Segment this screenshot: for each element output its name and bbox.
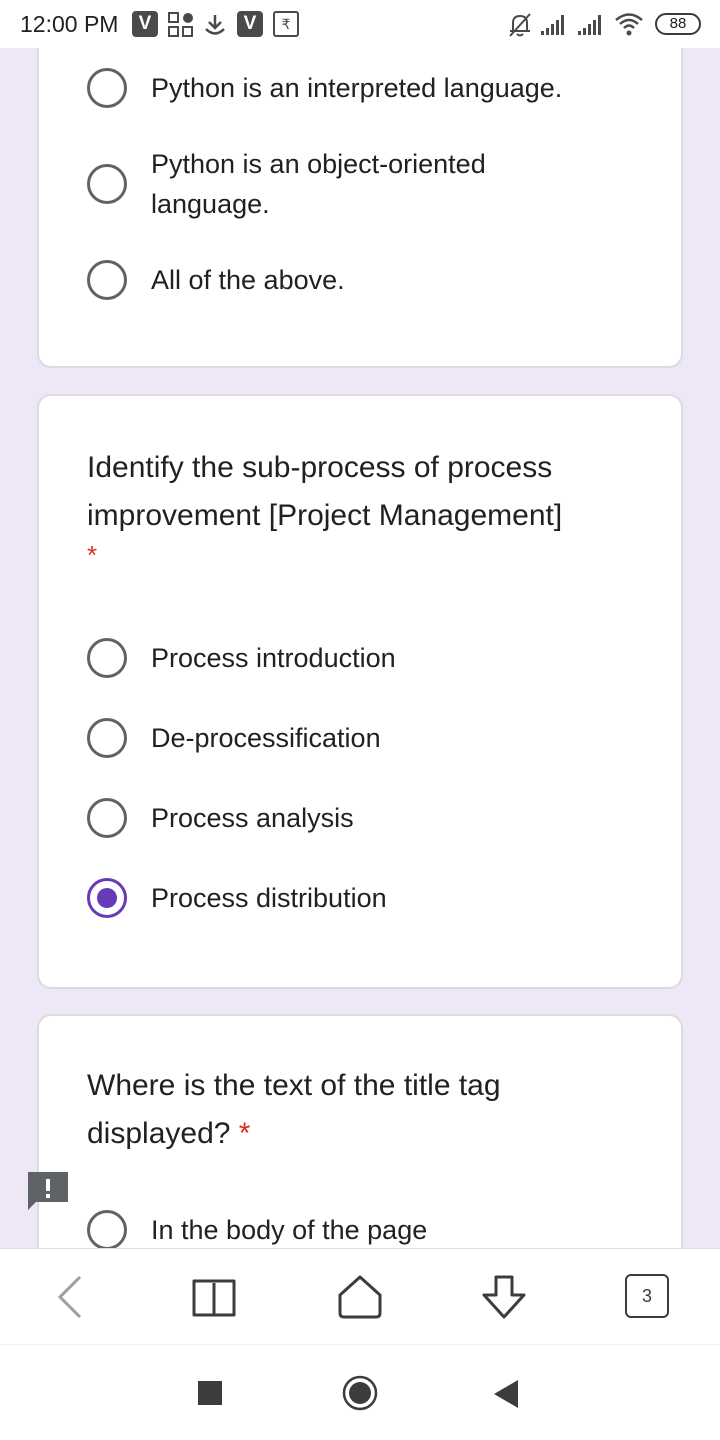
system-nav-bar xyxy=(0,1344,720,1440)
v-app-icon: V xyxy=(237,11,263,37)
option-process-analysis[interactable]: Process analysis xyxy=(87,798,647,838)
option-body-of-page[interactable]: In the body of the page xyxy=(87,1210,647,1248)
option-all-of-above[interactable]: All of the above. xyxy=(87,260,647,300)
back-icon[interactable] xyxy=(494,1380,518,1408)
option-label: Process analysis xyxy=(151,803,354,833)
question-title-text: Where is the text of the title tag displ… xyxy=(87,1069,501,1150)
tab-switcher-button[interactable]: 3 xyxy=(625,1274,669,1318)
required-marker: * xyxy=(238,1117,251,1150)
home-icon[interactable] xyxy=(342,1375,378,1411)
option-label: Python is an object-oriented language. xyxy=(151,149,486,219)
option-label: Python is an interpreted language. xyxy=(151,73,563,103)
radio-dot xyxy=(97,888,117,908)
radio-button[interactable] xyxy=(87,718,127,758)
radio-button[interactable] xyxy=(87,798,127,838)
question-title-text: Identify the sub-process of process impr… xyxy=(87,451,563,532)
home-icon[interactable] xyxy=(336,1273,384,1321)
question-card-title-tag: Where is the text of the title tag displ… xyxy=(37,1014,683,1248)
bookmarks-icon[interactable] xyxy=(190,1273,238,1321)
option-label: Process introduction xyxy=(151,643,396,673)
radio-button[interactable] xyxy=(87,164,127,204)
option-process-distribution[interactable]: Process distribution xyxy=(87,878,647,918)
v-app-icon: V xyxy=(132,11,158,37)
radio-button[interactable] xyxy=(87,68,127,108)
signal-icon xyxy=(541,15,564,35)
rupee-icon: ₹ xyxy=(273,11,299,37)
question-title: Identify the sub-process of process impr… xyxy=(87,444,647,540)
signal-icon xyxy=(578,15,601,35)
form-scroll-area[interactable]: Python is an interpreted language. Pytho… xyxy=(0,48,720,1248)
apps-icon xyxy=(168,12,193,37)
wifi-icon xyxy=(615,13,643,36)
option-label: De-processification xyxy=(151,723,381,753)
question-title: Where is the text of the title tag displ… xyxy=(87,1062,567,1158)
browser-toolbar xyxy=(0,1248,720,1344)
radio-button[interactable] xyxy=(87,1210,127,1248)
radio-button[interactable] xyxy=(87,260,127,300)
radio-button-selected[interactable] xyxy=(87,878,127,918)
option-process-introduction[interactable]: Process introduction xyxy=(87,638,647,678)
required-marker: * xyxy=(87,540,98,570)
option-de-processification[interactable]: De-processification xyxy=(87,718,647,758)
question-card-process-improvement: Identify the sub-process of process impr… xyxy=(37,394,683,989)
status-time: 12:00 PM xyxy=(20,11,119,37)
status-bar: 12:00 PM V V ₹ 88 xyxy=(0,0,720,48)
battery-icon: 88 xyxy=(655,13,701,35)
report-icon[interactable] xyxy=(28,1172,68,1212)
option-object-oriented[interactable]: Python is an object-oriented language. xyxy=(87,144,647,224)
radio-button[interactable] xyxy=(87,638,127,678)
question-card-previous: Python is an interpreted language. Pytho… xyxy=(37,48,683,368)
download-icon[interactable] xyxy=(480,1273,528,1321)
option-interpreted[interactable]: Python is an interpreted language. xyxy=(87,68,647,108)
option-label: Process distribution xyxy=(151,883,387,913)
recents-icon[interactable] xyxy=(198,1381,222,1405)
mute-icon xyxy=(509,13,531,37)
download-icon xyxy=(205,15,225,35)
option-label: In the body of the page xyxy=(151,1215,428,1245)
option-label: All of the above. xyxy=(151,265,345,295)
back-icon[interactable] xyxy=(46,1273,94,1321)
